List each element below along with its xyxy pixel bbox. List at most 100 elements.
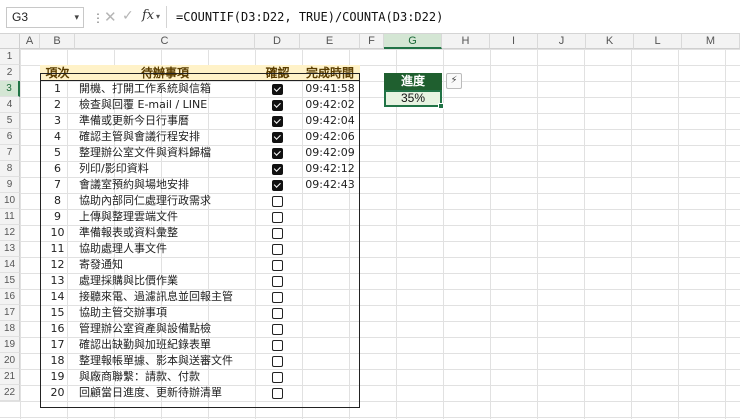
item-time[interactable] — [300, 273, 360, 289]
header-task[interactable]: 待辦事項 — [75, 65, 255, 81]
row-header-8[interactable]: 8 — [0, 161, 20, 177]
item-checkbox-cell[interactable] — [255, 273, 300, 289]
item-task[interactable]: 整理報帳單據、影本與送審文件 — [75, 353, 255, 369]
item-task[interactable]: 寄發通知 — [75, 257, 255, 273]
item-time[interactable] — [300, 385, 360, 401]
item-number[interactable]: 3 — [40, 113, 75, 129]
checked-checkbox[interactable] — [272, 147, 283, 159]
unchecked-checkbox[interactable] — [272, 355, 283, 367]
checked-checkbox[interactable] — [272, 115, 283, 127]
item-number[interactable]: 11 — [40, 241, 75, 257]
column-header-d[interactable]: D — [255, 34, 300, 49]
cancel-icon[interactable]: ✕ — [104, 8, 117, 26]
item-time[interactable]: 09:42:09 — [300, 145, 360, 161]
insert-function-icon[interactable]: fx — [142, 8, 154, 23]
unchecked-checkbox[interactable] — [272, 307, 283, 319]
item-task[interactable]: 上傳與整理雲端文件 — [75, 209, 255, 225]
item-checkbox-cell[interactable] — [255, 145, 300, 161]
quick-analysis-icon[interactable]: ⚡ — [446, 73, 462, 89]
item-checkbox-cell[interactable] — [255, 257, 300, 273]
item-time[interactable] — [300, 353, 360, 369]
item-number[interactable]: 1 — [40, 81, 75, 97]
confirm-icon[interactable]: ✓ — [122, 8, 134, 24]
row-header-12[interactable]: 12 — [0, 225, 20, 241]
row-header-5[interactable]: 5 — [0, 113, 20, 129]
item-number[interactable]: 10 — [40, 225, 75, 241]
item-time[interactable] — [300, 193, 360, 209]
column-header-i[interactable]: I — [490, 34, 538, 49]
item-number[interactable]: 20 — [40, 385, 75, 401]
item-time[interactable]: 09:42:04 — [300, 113, 360, 129]
column-header-h[interactable]: H — [442, 34, 490, 49]
row-header-3[interactable]: 3 — [0, 81, 20, 97]
item-task[interactable]: 準備或更新今日行事曆 — [75, 113, 255, 129]
item-time[interactable]: 09:41:58 — [300, 81, 360, 97]
item-task[interactable]: 準備報表或資料彙整 — [75, 225, 255, 241]
unchecked-checkbox[interactable] — [272, 227, 283, 239]
column-header-m[interactable]: M — [682, 34, 740, 49]
item-task[interactable]: 檢查與回覆 E-mail / LINE — [75, 97, 255, 113]
item-checkbox-cell[interactable] — [255, 353, 300, 369]
row-header-21[interactable]: 21 — [0, 369, 20, 385]
column-header-l[interactable]: L — [634, 34, 682, 49]
unchecked-checkbox[interactable] — [272, 243, 283, 255]
item-number[interactable]: 12 — [40, 257, 75, 273]
row-header-7[interactable]: 7 — [0, 145, 20, 161]
item-checkbox-cell[interactable] — [255, 289, 300, 305]
fill-handle[interactable] — [438, 103, 444, 109]
item-number[interactable]: 16 — [40, 321, 75, 337]
checked-checkbox[interactable] — [272, 131, 283, 143]
item-checkbox-cell[interactable] — [255, 369, 300, 385]
row-header-2[interactable]: 2 — [0, 65, 20, 81]
item-time[interactable] — [300, 337, 360, 353]
unchecked-checkbox[interactable] — [272, 387, 283, 399]
unchecked-checkbox[interactable] — [272, 291, 283, 303]
checked-checkbox[interactable] — [272, 179, 283, 191]
item-time[interactable] — [300, 321, 360, 337]
item-time[interactable]: 09:42:06 — [300, 129, 360, 145]
unchecked-checkbox[interactable] — [272, 323, 283, 335]
row-header-15[interactable]: 15 — [0, 273, 20, 289]
item-time[interactable] — [300, 225, 360, 241]
item-checkbox-cell[interactable] — [255, 177, 300, 193]
row-header-11[interactable]: 11 — [0, 209, 20, 225]
select-all-corner[interactable] — [0, 34, 20, 49]
item-number[interactable]: 4 — [40, 129, 75, 145]
row-header-1[interactable]: 1 — [0, 49, 20, 65]
name-box[interactable]: G3 ▾ — [6, 7, 84, 28]
checked-checkbox[interactable] — [272, 163, 283, 175]
item-task[interactable]: 處理採購與比價作業 — [75, 273, 255, 289]
item-time[interactable]: 09:42:12 — [300, 161, 360, 177]
unchecked-checkbox[interactable] — [272, 339, 283, 351]
item-number[interactable]: 7 — [40, 177, 75, 193]
row-header-20[interactable]: 20 — [0, 353, 20, 369]
column-header-f[interactable]: F — [360, 34, 384, 49]
chevron-down-icon[interactable]: ▾ — [74, 8, 79, 27]
item-number[interactable]: 19 — [40, 369, 75, 385]
more-options-icon[interactable]: ⋮ — [92, 11, 104, 25]
header-check[interactable]: 確認 — [255, 65, 300, 81]
item-checkbox-cell[interactable] — [255, 113, 300, 129]
item-time[interactable] — [300, 305, 360, 321]
item-number[interactable]: 8 — [40, 193, 75, 209]
item-task[interactable]: 確認主管與會議行程安排 — [75, 129, 255, 145]
item-number[interactable]: 15 — [40, 305, 75, 321]
item-checkbox-cell[interactable] — [255, 161, 300, 177]
checked-checkbox[interactable] — [272, 83, 283, 95]
item-task[interactable]: 協助內部同仁處理行政需求 — [75, 193, 255, 209]
column-header-b[interactable]: B — [40, 34, 75, 49]
item-time[interactable] — [300, 241, 360, 257]
item-time[interactable] — [300, 257, 360, 273]
item-checkbox-cell[interactable] — [255, 97, 300, 113]
row-header-9[interactable]: 9 — [0, 177, 20, 193]
column-header-c[interactable]: C — [75, 34, 255, 49]
item-checkbox-cell[interactable] — [255, 193, 300, 209]
item-checkbox-cell[interactable] — [255, 129, 300, 145]
item-number[interactable]: 18 — [40, 353, 75, 369]
item-task[interactable]: 確認出缺勤與加班紀錄表單 — [75, 337, 255, 353]
item-checkbox-cell[interactable] — [255, 209, 300, 225]
row-header-4[interactable]: 4 — [0, 97, 20, 113]
unchecked-checkbox[interactable] — [272, 259, 283, 271]
item-task[interactable]: 列印/影印資料 — [75, 161, 255, 177]
chevron-down-icon[interactable]: ▾ — [156, 12, 160, 21]
